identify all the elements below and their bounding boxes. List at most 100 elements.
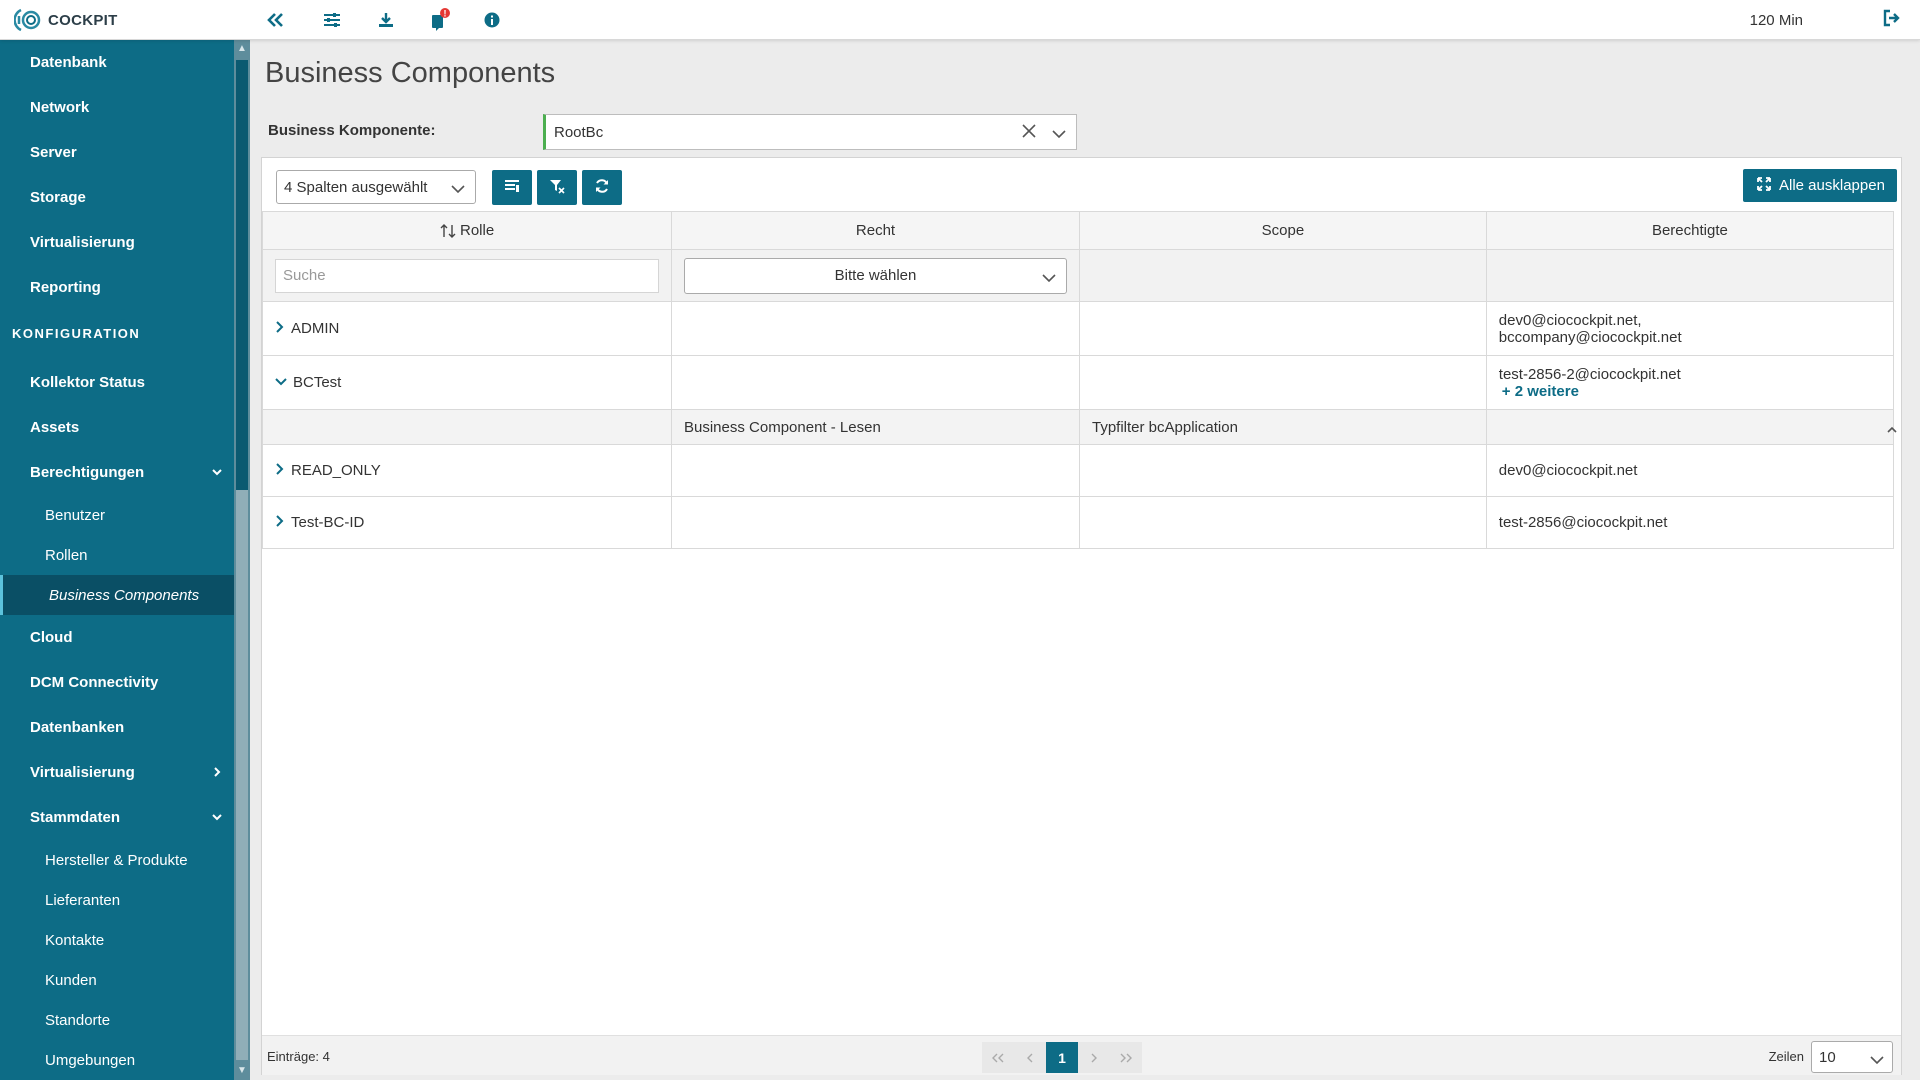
sidebar-scrollbar-track — [236, 60, 248, 510]
filter-row: Suche Bitte wählen — [262, 249, 1895, 302]
chevron-down-icon — [1042, 270, 1056, 287]
sidebar-item-kollektor-status[interactable]: Kollektor Status — [0, 362, 234, 402]
row-expand-toggle[interactable]: READ_ONLY — [275, 462, 381, 479]
logout-icon[interactable] — [1882, 9, 1900, 31]
chevron-up-icon[interactable] — [1887, 421, 1897, 438]
sidebar-item-datenbanken[interactable]: Datenbanken — [0, 707, 234, 747]
cell-recht — [671, 444, 1080, 497]
notifications-icon[interactable]: ! — [428, 8, 452, 32]
cell-rolle: BCTest — [262, 355, 672, 410]
table-row[interactable]: BCTest test-2856-2@ciocockpit.net + 2 we… — [262, 355, 1895, 410]
scroll-down-icon[interactable]: ▼ — [237, 1066, 247, 1076]
table-subrow: Business Component - Lesen Typfilter bcA… — [262, 409, 1895, 445]
settings-sliders-icon[interactable] — [320, 8, 344, 32]
grid-footer: Einträge: 4 1 Zeilen 10 — [262, 1035, 1901, 1075]
sidebar-item-virtualisierung[interactable]: Virtualisierung — [0, 222, 234, 262]
clear-icon[interactable] — [1022, 124, 1036, 142]
subcell-scope: Typfilter bcApplication — [1079, 409, 1487, 445]
sidebar-scrollbar[interactable]: ▲ ▼ — [234, 40, 250, 1080]
table-row[interactable]: Test-BC-ID test-2856@ciocockpit.net — [262, 496, 1895, 549]
scroll-up-icon[interactable]: ▲ — [237, 44, 247, 54]
cell-rolle: READ_ONLY — [262, 444, 672, 497]
sidebar-item-dcm-connectivity[interactable]: DCM Connectivity — [0, 662, 234, 702]
sidebar-item-storage[interactable]: Storage — [0, 177, 234, 217]
sidebar-item-lieferanten[interactable]: Lieferanten — [0, 880, 234, 920]
page-title: Business Components — [265, 57, 556, 89]
sidebar-item-kontakte[interactable]: Kontakte — [0, 920, 234, 960]
cell-recht — [671, 301, 1080, 356]
sidebar-item-berechtigungen[interactable]: Berechtigungen — [0, 452, 234, 492]
clear-filter-button[interactable] — [537, 170, 577, 205]
sidebar-item-rollen[interactable]: Rollen — [0, 535, 234, 575]
filter-cell-rolle: Suche — [262, 249, 672, 302]
rolle-search-input[interactable]: Suche — [275, 258, 659, 293]
chevron-right-icon — [275, 514, 285, 531]
last-page-button[interactable] — [1110, 1042, 1142, 1073]
sidebar-item-hersteller-produkte[interactable]: Hersteller & Produkte — [0, 840, 234, 880]
cell-berechtigte: dev0@ciocockpit.net, bccompany@ciocockpi… — [1485, 301, 1895, 356]
cell-berechtigte: test-2856@ciocockpit.net — [1485, 496, 1895, 549]
cockpit-logo-icon — [13, 7, 42, 33]
chevron-right-icon — [275, 462, 285, 479]
cell-scope — [1079, 444, 1487, 497]
filter-cell-berechtigte — [1485, 249, 1895, 302]
more-users-link[interactable]: + 2 weitere — [1502, 383, 1881, 400]
recht-filter-select[interactable]: Bitte wählen — [684, 257, 1067, 294]
sidebar: Datenbank Network Server Storage Virtual… — [0, 40, 250, 1080]
next-page-button[interactable] — [1078, 1042, 1110, 1073]
expand-all-button[interactable]: Alle ausklappen — [1743, 169, 1897, 202]
row-expand-toggle[interactable]: BCTest — [275, 374, 341, 391]
sidebar-item-cloud[interactable]: Cloud — [0, 617, 234, 657]
rows-per-page-select[interactable]: 10 — [1811, 1041, 1893, 1073]
business-component-select[interactable]: RootBc — [543, 114, 1077, 150]
sidebar-item-stammdaten[interactable]: Stammdaten — [0, 797, 234, 837]
chevron-down-icon — [210, 810, 224, 824]
prev-page-button[interactable] — [1014, 1042, 1046, 1073]
entries-count: Einträge: 4 — [267, 1049, 330, 1064]
cell-rolle: Test-BC-ID — [262, 496, 672, 549]
chevron-right-icon — [275, 320, 285, 337]
first-page-button[interactable] — [982, 1042, 1014, 1073]
chevron-down-icon — [275, 374, 287, 391]
page-button-current[interactable]: 1 — [1046, 1042, 1078, 1073]
column-chooser-button[interactable] — [492, 170, 532, 205]
cell-recht — [671, 355, 1080, 410]
column-header-recht[interactable]: Recht — [671, 211, 1080, 250]
cell-berechtigte: test-2856-2@ciocockpit.net + 2 weitere — [1485, 355, 1895, 410]
sidebar-item-reporting[interactable]: Reporting — [0, 267, 234, 307]
sidebar-item-business-components[interactable]: Business Components — [0, 575, 234, 615]
table-row[interactable]: READ_ONLY dev0@ciocockpit.net — [262, 444, 1895, 497]
sidebar-item-benutzer[interactable]: Benutzer — [0, 495, 234, 535]
info-icon[interactable] — [480, 8, 504, 32]
subcell-rolle — [262, 409, 672, 445]
refresh-button[interactable] — [582, 170, 622, 205]
sidebar-scrollbar-thumb[interactable] — [236, 490, 248, 1060]
download-icon[interactable] — [374, 8, 398, 32]
row-expand-toggle[interactable]: ADMIN — [275, 320, 339, 337]
sidebar-item-network[interactable]: Network — [0, 87, 234, 127]
column-list-icon — [504, 179, 520, 197]
table-row[interactable]: ADMIN dev0@ciocockpit.net, bccompany@cio… — [262, 301, 1895, 356]
sidebar-item-standorte[interactable]: Standorte — [0, 1000, 234, 1040]
column-header-berechtigte[interactable]: Berechtigte — [1485, 211, 1895, 250]
columns-select[interactable]: 4 Spalten ausgewählt — [276, 170, 476, 204]
sidebar-item-virtualisierung-config[interactable]: Virtualisierung — [0, 752, 234, 792]
logo[interactable]: COCKPIT — [13, 7, 118, 33]
sidebar-item-datenbank[interactable]: Datenbank — [0, 42, 234, 82]
permissions-table: Rolle Recht Scope Berechtigte Suche Bitt… — [262, 211, 1895, 549]
sidebar-item-server[interactable]: Server — [0, 132, 234, 172]
sidebar-item-assets[interactable]: Assets — [0, 407, 234, 447]
row-expand-toggle[interactable]: Test-BC-ID — [275, 514, 364, 531]
refresh-icon — [594, 178, 610, 198]
filter-cell-scope — [1079, 249, 1487, 302]
cell-scope — [1079, 496, 1487, 549]
sort-icon — [440, 222, 456, 239]
sidebar-item-kunden[interactable]: Kunden — [0, 960, 234, 1000]
chevron-down-icon[interactable] — [1052, 126, 1066, 143]
sidebar-item-umgebungen[interactable]: Umgebungen — [0, 1040, 234, 1080]
column-header-rolle[interactable]: Rolle — [262, 211, 672, 250]
collapse-sidebar-icon[interactable] — [264, 8, 288, 32]
column-header-scope[interactable]: Scope — [1079, 211, 1487, 250]
subcell-berechtigte — [1485, 409, 1895, 445]
top-bar: COCKPIT ! 120 Min — [0, 0, 1920, 40]
